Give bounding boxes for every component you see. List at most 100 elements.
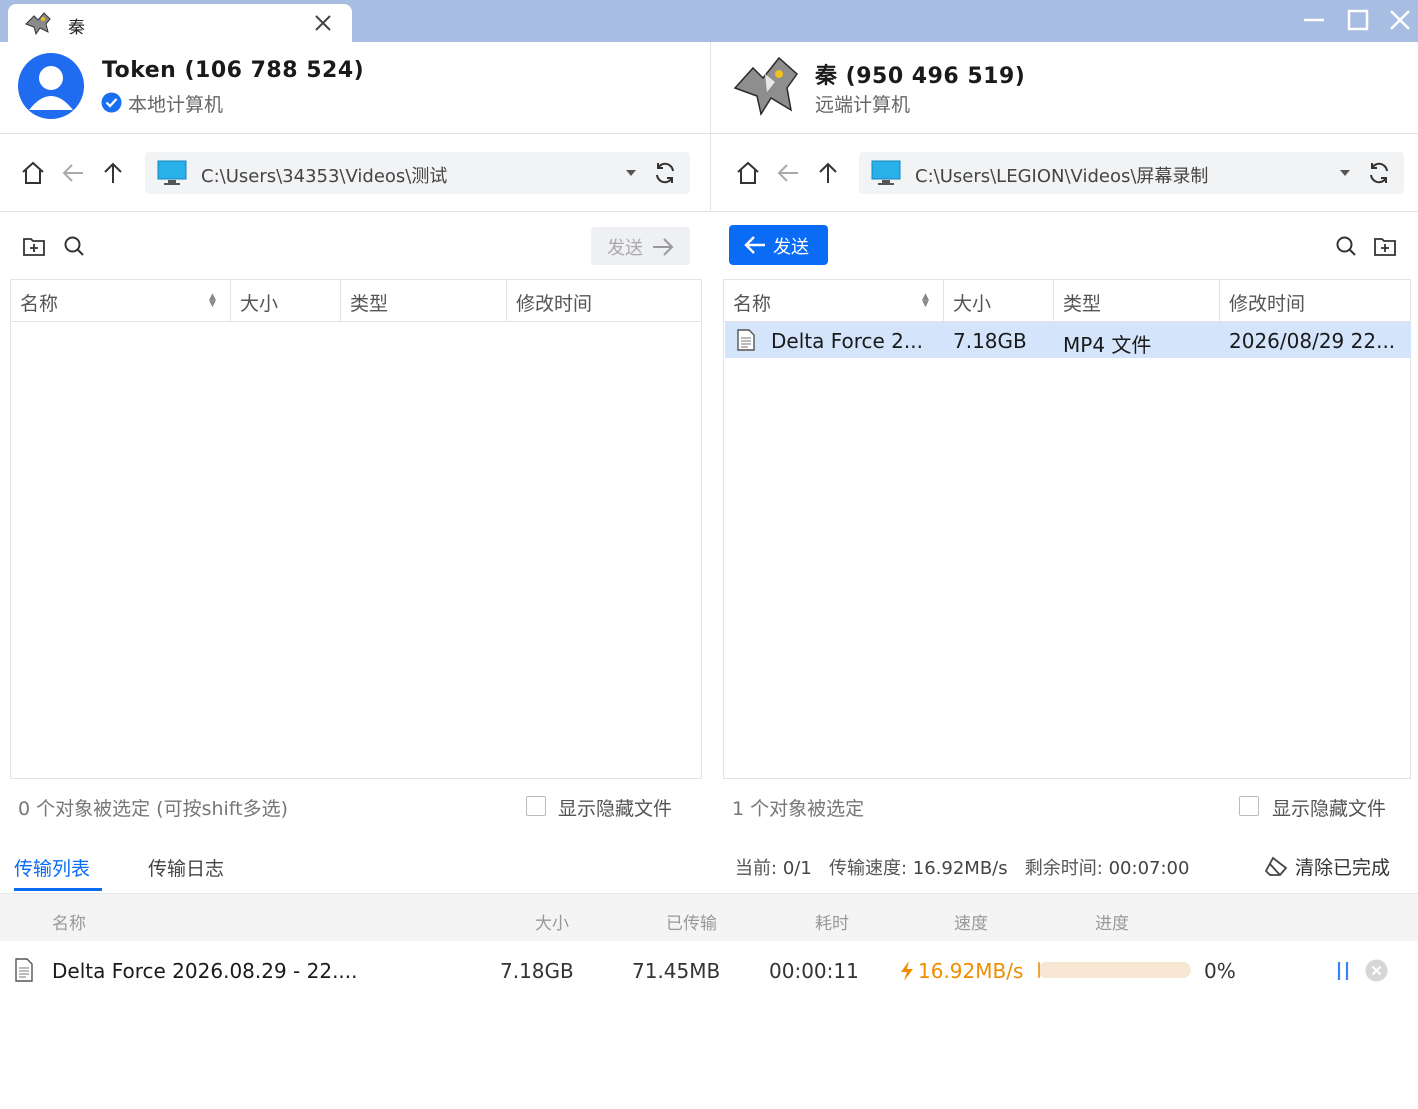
local-show-hidden-checkbox[interactable] — [526, 796, 546, 816]
local-table-header: 名称 ▲ ▼ 大小 类型 修改时间 — [11, 280, 701, 322]
arrow-right-icon — [653, 238, 674, 256]
remote-show-hidden-label: 显示隐藏文件 — [1272, 798, 1387, 820]
home-icon[interactable] — [20, 160, 46, 186]
remote-file-list[interactable]: 名称 ▲ ▼ 大小 类型 修改时间 Delta Force 2... 7.18GB… — [723, 279, 1411, 779]
remote-machine-label: 远端计算机 — [815, 94, 911, 116]
new-folder-icon[interactable] — [22, 235, 46, 257]
transfer-size: 7.18GB — [500, 959, 574, 983]
local-nav-row: C:\Users\34353\Videos\测试 — [0, 134, 710, 212]
remote-table-header: 名称 ▲ ▼ 大小 类型 修改时间 — [724, 280, 1410, 322]
maximize-icon[interactable] — [1346, 8, 1370, 32]
local-path-bar[interactable]: C:\Users\34353\Videos\测试 — [145, 152, 690, 194]
user-avatar-icon — [18, 53, 84, 119]
dropdown-arrow-icon[interactable] — [1339, 168, 1351, 178]
back-arrow-icon[interactable] — [775, 160, 801, 186]
col-name: 名称 — [52, 914, 86, 934]
column-size[interactable]: 大小 — [944, 280, 1054, 322]
close-window-icon[interactable] — [1388, 8, 1412, 32]
verified-check-icon — [101, 92, 122, 113]
search-icon[interactable] — [1335, 235, 1357, 257]
transfer-elapsed: 00:00:11 — [769, 959, 859, 983]
remote-user-name: 秦 (950 496 519) — [815, 64, 1026, 89]
remote-header: 秦 (950 496 519) 远端计算机 — [711, 42, 1418, 134]
file-type: MP4 文件 — [1063, 333, 1152, 357]
computer-icon — [157, 160, 187, 185]
remote-show-hidden-checkbox[interactable] — [1239, 796, 1259, 816]
dropdown-arrow-icon[interactable] — [625, 168, 637, 178]
col-speed: 速度 — [954, 914, 988, 934]
back-arrow-icon[interactable] — [60, 160, 86, 186]
lightning-icon — [901, 961, 913, 981]
eraser-icon — [1264, 856, 1288, 876]
col-size: 大小 — [535, 914, 569, 934]
col-elapsed: 耗时 — [815, 914, 849, 934]
speed-label: 传输速度: — [828, 858, 908, 879]
column-name[interactable]: 名称 ▲ ▼ — [724, 280, 944, 322]
file-modified: 2026/08/29 22... — [1229, 329, 1396, 353]
transfer-transferred: 71.45MB — [632, 959, 721, 983]
column-size[interactable]: 大小 — [231, 280, 341, 322]
up-arrow-icon[interactable] — [815, 160, 841, 186]
send-left-button[interactable]: 发送 — [729, 225, 828, 265]
close-tab-icon[interactable] — [314, 14, 332, 32]
send-right-button[interactable]: 发送 — [591, 227, 690, 265]
local-file-list[interactable]: 名称 ▲ ▼ 大小 类型 修改时间 — [10, 279, 702, 779]
local-user-name: Token (106 788 524) — [102, 58, 365, 83]
transfer-table-header: 名称 大小 已传输 耗时 速度 进度 — [0, 893, 1418, 941]
col-progress: 进度 — [1095, 914, 1129, 934]
remote-selection-status: 1 个对象被选定 — [732, 798, 865, 820]
column-type[interactable]: 类型 — [341, 280, 507, 322]
computer-icon — [871, 160, 901, 185]
column-type[interactable]: 类型 — [1054, 280, 1220, 322]
local-show-hidden-label: 显示隐藏文件 — [558, 798, 673, 820]
tab-transfer-log[interactable]: 传输日志 — [148, 854, 224, 881]
local-header: Token (106 788 524) 本地计算机 — [0, 42, 710, 134]
transfer-progress-bar — [1038, 962, 1191, 978]
col-transferred: 已传输 — [666, 914, 717, 934]
remote-path-text: C:\Users\LEGION\Videos\屏幕录制 — [915, 166, 1209, 187]
column-modified[interactable]: 修改时间 — [1220, 280, 1411, 322]
current-value: 0/1 — [782, 858, 812, 879]
pause-icon[interactable] — [1334, 960, 1352, 982]
current-label: 当前: — [735, 858, 778, 879]
column-name[interactable]: 名称 ▲ ▼ — [11, 280, 231, 322]
transfer-file-name: Delta Force 2026.08.29 - 22.... — [52, 959, 358, 983]
refresh-icon[interactable] — [1367, 161, 1391, 185]
sort-icon: ▲ ▼ — [922, 292, 929, 309]
session-tab[interactable]: 秦 — [8, 4, 352, 42]
file-name: Delta Force 2... — [771, 329, 923, 353]
speed-value: 16.92MB/s — [912, 858, 1008, 879]
send-right-label: 发送 — [607, 238, 643, 259]
remote-nav-row: C:\Users\LEGION\Videos\屏幕录制 — [711, 134, 1418, 212]
transfer-progress-text: 0% — [1204, 959, 1236, 983]
refresh-icon[interactable] — [653, 161, 677, 185]
search-icon[interactable] — [63, 235, 85, 257]
clear-completed-label: 清除已完成 — [1295, 857, 1391, 879]
eagle-avatar-icon — [25, 12, 51, 36]
remote-path-bar[interactable]: C:\Users\LEGION\Videos\屏幕录制 — [859, 152, 1404, 194]
file-icon — [737, 329, 755, 351]
column-modified[interactable]: 修改时间 — [507, 280, 702, 322]
home-icon[interactable] — [735, 160, 761, 186]
local-selection-status: 0 个对象被选定 (可按shift多选) — [18, 798, 289, 820]
file-size: 7.18GB — [953, 329, 1027, 353]
tab-title: 秦 — [68, 18, 85, 38]
remaining-label: 剩余时间: — [1024, 858, 1103, 879]
sort-icon: ▲ ▼ — [209, 292, 216, 309]
transfer-stats: 当前: 0/1 传输速度: 16.92MB/s 剩余时间: 00:07:00 — [735, 854, 1189, 880]
file-icon — [15, 958, 33, 982]
active-tab-indicator — [14, 888, 102, 891]
progress-fill — [1038, 962, 1040, 978]
new-folder-icon[interactable] — [1373, 235, 1397, 257]
transfer-speed: 16.92MB/s — [918, 959, 1024, 983]
tab-transfer-list[interactable]: 传输列表 — [14, 854, 90, 881]
eagle-avatar-icon — [733, 56, 799, 116]
file-row[interactable]: Delta Force 2... 7.18GB MP4 文件 2026/08/2… — [725, 322, 1411, 358]
send-left-label: 发送 — [773, 237, 809, 258]
cancel-icon[interactable] — [1365, 959, 1388, 982]
remaining-value: 00:07:00 — [1108, 858, 1190, 879]
minimize-icon[interactable] — [1302, 8, 1326, 32]
local-machine-label: 本地计算机 — [128, 94, 224, 116]
up-arrow-icon[interactable] — [100, 160, 126, 186]
local-path-text: C:\Users\34353\Videos\测试 — [201, 166, 448, 187]
